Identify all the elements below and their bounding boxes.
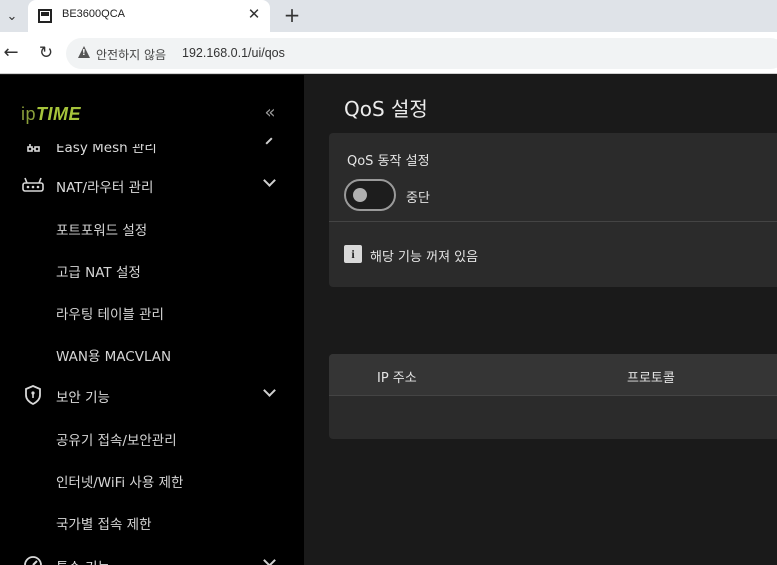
column-header-protocol: 프로토콜 <box>627 371 675 386</box>
chevron-down-icon <box>262 555 278 565</box>
tab-title: BE3600QCA <box>62 8 125 20</box>
browser-tab-strip: ⌄ BE3600QCA ✕ + <box>0 0 777 32</box>
sidebar-subitem-advanced-nat[interactable]: 고급 NAT 설정 <box>56 261 141 281</box>
table-header: IP 주소 프로토콜 <box>329 354 777 396</box>
sidebar-subitem-country-block[interactable]: 국가별 접속 제한 <box>56 513 152 533</box>
sidebar-item-label: NAT/라우터 관리 <box>56 180 154 196</box>
chevron-down-icon <box>262 175 278 191</box>
new-tab-plus-icon[interactable]: + <box>281 4 303 26</box>
gauge-icon <box>22 555 44 565</box>
toggle-state-label: 중단 <box>406 191 430 206</box>
sidebar-item-security[interactable]: 보안 기능 <box>0 377 304 413</box>
browser-tab[interactable]: BE3600QCA ✕ <box>28 0 270 32</box>
security-label[interactable]: 안전하지 않음 <box>96 46 166 63</box>
qos-settings-card: QoS 동작 설정 중단 i 해당 기능 꺼져 있음 <box>329 133 777 287</box>
sidebar-subitem-router-access-security[interactable]: 공유기 접속/보안관리 <box>56 429 177 449</box>
sidebar-subitem-wan-macvlan[interactable]: WAN용 MACVLAN <box>56 345 171 365</box>
sidebar-subitem-routing-table[interactable]: 라우팅 테이블 관리 <box>56 303 164 323</box>
shield-icon <box>22 385 44 405</box>
reload-icon[interactable]: ↻ <box>35 42 57 64</box>
main-content: QoS 설정 QoS 동작 설정 중단 i 해당 기능 꺼져 있음 IP 주소 … <box>304 75 777 565</box>
url-text[interactable]: 192.168.0.1/ui/qos <box>182 46 285 60</box>
sidebar-item-label: 특수 기능 <box>56 556 110 565</box>
qos-toggle-switch[interactable] <box>344 179 396 211</box>
sidebar: ipTIME « Easy Mesh 관리 NAT/라우터 관리 포트포워드 설… <box>0 75 304 565</box>
feature-off-notice: 해당 기능 꺼져 있음 <box>370 250 479 265</box>
collapse-sidebar-icon[interactable]: « <box>260 103 280 123</box>
chevron-down-icon <box>262 385 278 401</box>
iptime-logo[interactable]: ipTIME <box>21 104 81 125</box>
sidebar-subitem-port-forward[interactable]: 포트포워드 설정 <box>56 219 147 239</box>
warning-icon[interactable] <box>78 46 90 58</box>
sidebar-subitem-internet-wifi-limit[interactable]: 인터넷/WiFi 사용 제한 <box>56 471 183 491</box>
sidebar-item-label: 보안 기능 <box>56 390 110 406</box>
qos-rules-table: IP 주소 프로토콜 <box>329 354 777 439</box>
sidebar-item-special-features[interactable]: 특수 기능 <box>0 547 304 565</box>
sidebar-item-nat-router[interactable]: NAT/라우터 관리 <box>0 167 304 203</box>
scroll-mask <box>0 127 304 144</box>
column-header-ip: IP 주소 <box>377 371 417 386</box>
url-field[interactable]: 안전하지 않음 192.168.0.1/ui/qos <box>66 38 777 69</box>
back-arrow-icon[interactable]: ← <box>0 42 22 64</box>
favicon-icon <box>38 9 52 23</box>
address-toolbar: ← ↻ 안전하지 않음 192.168.0.1/ui/qos <box>0 32 777 74</box>
close-icon[interactable]: ✕ <box>246 6 262 22</box>
router-icon <box>22 175 44 195</box>
tab-search-chevron-icon[interactable]: ⌄ <box>2 6 22 26</box>
info-icon: i <box>344 245 362 263</box>
qos-operation-label: QoS 동작 설정 <box>347 154 430 169</box>
page-title: QoS 설정 <box>344 97 428 121</box>
toggle-knob <box>353 188 367 202</box>
divider <box>329 221 777 222</box>
